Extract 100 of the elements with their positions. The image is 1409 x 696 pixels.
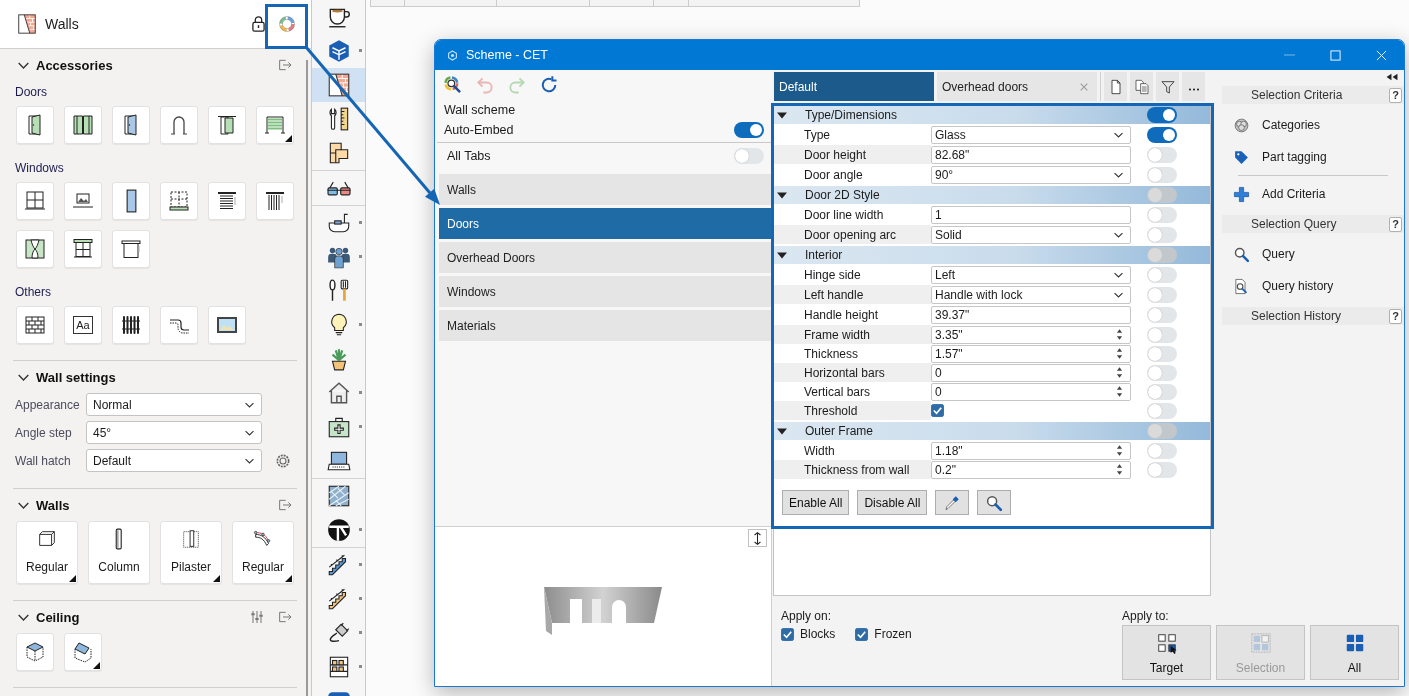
number-field[interactable]: 0.2" — [931, 460, 1131, 479]
toggle-switch[interactable] — [1147, 306, 1177, 323]
tool-tile[interactable]: Regular — [16, 521, 78, 584]
filter-button[interactable] — [1156, 72, 1179, 101]
list-item[interactable]: Add Criteria — [1222, 178, 1326, 210]
toggle-switch[interactable] — [1147, 126, 1177, 143]
number-field[interactable]: 1.18" — [931, 441, 1131, 460]
sliders-icon[interactable] — [249, 609, 265, 625]
tool-tile[interactable] — [160, 106, 198, 144]
toggle-switch[interactable] — [1147, 226, 1177, 243]
category-item[interactable]: Materials — [439, 310, 771, 341]
tool-tile[interactable] — [208, 106, 246, 144]
dropdown[interactable]: Normal — [86, 393, 262, 416]
lock-icon[interactable] — [252, 16, 265, 32]
grid-button[interactable]: Disable All — [857, 490, 928, 515]
tool-tile[interactable] — [112, 182, 150, 220]
toggle-switch[interactable] — [1147, 326, 1177, 343]
toggle-switch[interactable] — [734, 148, 764, 164]
tool-tile[interactable] — [64, 182, 102, 220]
help-button[interactable]: ? — [1389, 308, 1402, 324]
dropdown[interactable]: Solid — [931, 225, 1131, 244]
tool-tile[interactable]: Regular — [232, 521, 294, 584]
tool-tile[interactable] — [16, 633, 54, 671]
category-item[interactable]: Overhead Doors — [439, 242, 771, 273]
tool-tile[interactable] — [64, 230, 102, 268]
tool-tile[interactable] — [160, 306, 198, 344]
list-item[interactable]: Query history — [1222, 270, 1334, 302]
dropdown[interactable]: Glass — [931, 125, 1131, 144]
tool-tile[interactable] — [208, 306, 246, 344]
maximize-icon[interactable] — [1330, 49, 1341, 61]
toggle-switch[interactable] — [1147, 107, 1177, 123]
grid-button[interactable]: Enable All — [782, 490, 850, 515]
collapse-icon[interactable] — [1386, 73, 1398, 81]
apply-button[interactable]: All — [1310, 625, 1399, 680]
toggle-switch[interactable] — [734, 122, 764, 138]
dropdown[interactable]: 45° — [86, 421, 262, 444]
help-button[interactable]: ? — [1389, 216, 1402, 232]
tab[interactable]: Default — [774, 72, 934, 101]
toggle-switch[interactable] — [1147, 266, 1177, 283]
text-field[interactable]: 82.68" — [931, 145, 1131, 164]
tool-tile[interactable] — [16, 182, 54, 220]
toggle-switch[interactable] — [1147, 364, 1177, 381]
tool-tile[interactable] — [16, 306, 54, 344]
caret-icon[interactable] — [777, 111, 787, 119]
spinner-icon[interactable] — [1116, 366, 1123, 379]
chevron-icon[interactable] — [18, 613, 29, 621]
toggle-switch[interactable] — [1147, 461, 1177, 478]
copy-button[interactable] — [1130, 72, 1153, 101]
tool-tile[interactable] — [64, 633, 102, 671]
tool-tile[interactable] — [112, 106, 150, 144]
tool-tile[interactable] — [160, 182, 198, 220]
toggle-switch[interactable] — [1147, 345, 1177, 362]
tool-tile[interactable] — [256, 182, 294, 220]
dropdown[interactable]: 90° — [931, 165, 1131, 184]
dropdown[interactable]: Handle with lock — [931, 285, 1131, 304]
toggle-switch[interactable] — [1147, 402, 1177, 419]
export-icon[interactable] — [277, 497, 293, 513]
list-item[interactable]: Query — [1222, 238, 1295, 270]
dropdown[interactable]: Default — [86, 449, 262, 472]
caret-icon[interactable] — [777, 251, 787, 259]
chevron-icon[interactable] — [18, 61, 29, 69]
caret-icon[interactable] — [777, 191, 787, 199]
help-button[interactable]: ? — [1389, 87, 1402, 103]
list-item[interactable]: Categories — [1222, 109, 1321, 141]
category-item[interactable]: Doors — [439, 208, 771, 239]
spinner-icon[interactable] — [1116, 347, 1123, 360]
tool-tile[interactable]: Column — [88, 521, 150, 584]
number-field[interactable]: 1.57" — [931, 344, 1131, 363]
number-field[interactable]: 3.35" — [931, 325, 1131, 344]
toggle-switch[interactable] — [1147, 442, 1177, 459]
checkbox[interactable] — [855, 627, 869, 641]
scrollbar-thumb[interactable] — [306, 60, 308, 696]
tool-tile[interactable] — [208, 182, 246, 220]
spinner-icon[interactable] — [1116, 385, 1123, 398]
toolbar-button[interactable] — [312, 68, 365, 102]
search-button[interactable] — [977, 490, 1012, 515]
number-field[interactable]: 0 — [931, 382, 1131, 401]
tool-tile[interactable] — [112, 306, 150, 344]
toggle-switch[interactable] — [1147, 187, 1177, 203]
tab[interactable]: Overhead doors — [937, 72, 1097, 101]
tool-tile[interactable]: Pilaster — [160, 521, 222, 584]
toggle-switch[interactable] — [1147, 383, 1177, 400]
export-icon[interactable] — [277, 609, 293, 625]
toggle-switch[interactable] — [1147, 286, 1177, 303]
list-item[interactable]: Part tagging — [1222, 141, 1327, 173]
category-item[interactable]: Windows — [439, 276, 771, 307]
new-document-button[interactable] — [1104, 72, 1127, 101]
category-item[interactable]: Walls — [439, 174, 771, 205]
tool-tile[interactable] — [64, 106, 102, 144]
toggle-switch[interactable] — [1147, 423, 1177, 439]
resize-button[interactable] — [748, 529, 767, 547]
export-icon[interactable] — [277, 57, 293, 73]
chevron-icon[interactable] — [18, 373, 29, 381]
tool-tile[interactable] — [16, 106, 54, 144]
checkbox[interactable] — [781, 627, 794, 641]
spinner-icon[interactable] — [1116, 328, 1123, 341]
text-field[interactable]: 39.37" — [931, 305, 1131, 324]
caret-icon[interactable] — [777, 427, 787, 435]
color-ring-icon[interactable] — [278, 15, 296, 33]
tool-tile[interactable] — [256, 106, 294, 144]
